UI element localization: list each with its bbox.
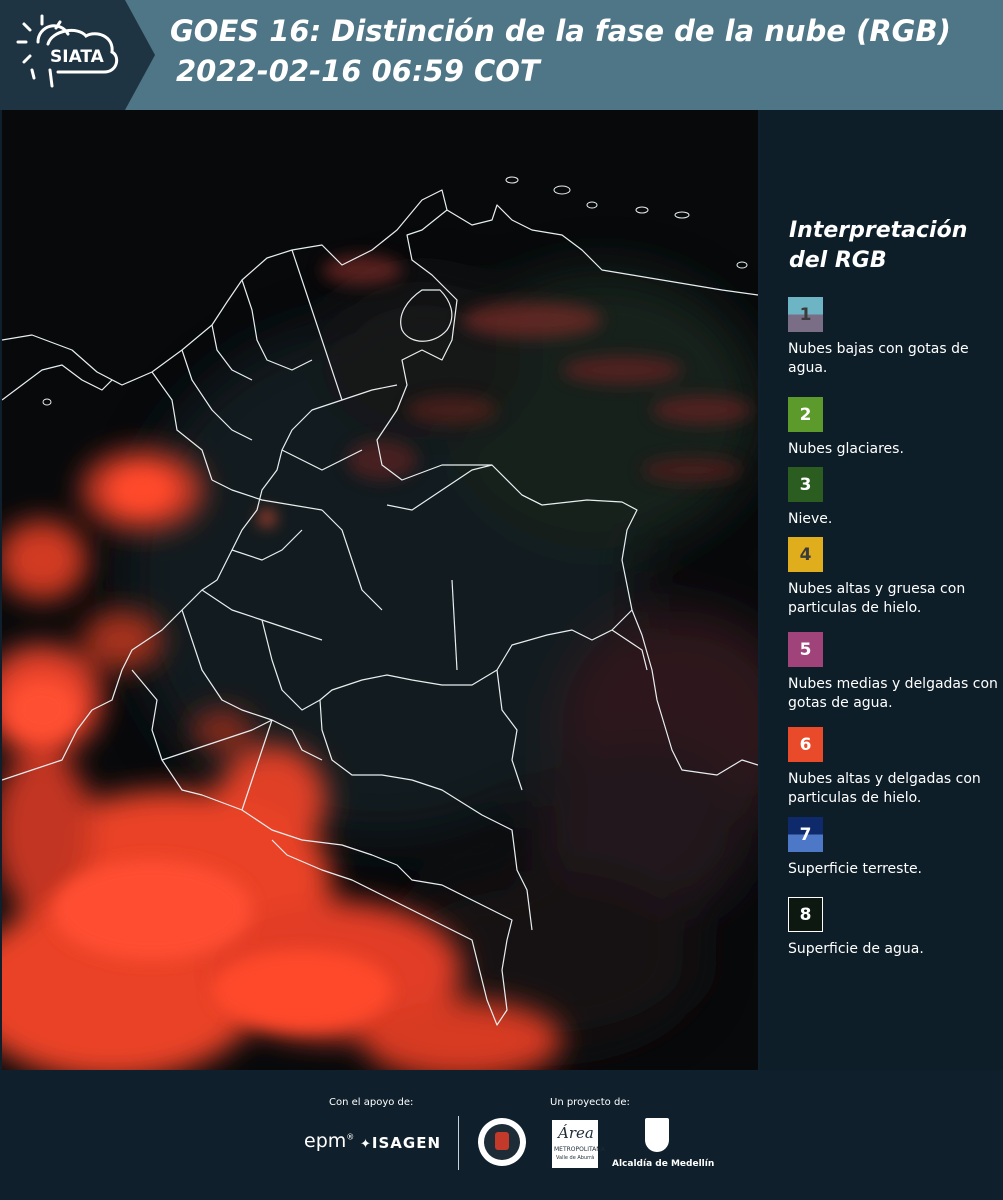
footer: Con el apoyo de: Un proyecto de: epm® ✦I… — [0, 1070, 1003, 1200]
legend-label: Nubes glaciares. — [788, 441, 904, 457]
legend-label: Nubes altas y gruesa con particulas de h… — [788, 581, 966, 616]
legend-swatch: 3 — [788, 467, 823, 502]
legend-number: 3 — [799, 474, 812, 495]
legend-label: Nubes bajas con gotas de agua. — [788, 341, 969, 376]
legend-number: 5 — [799, 639, 812, 660]
legend-item-7: 7 Superficie terreste. — [788, 817, 998, 879]
legend-panel: Interpretación del RGB 1 Nubes bajas con … — [760, 110, 1003, 1070]
legend-number: 1 — [799, 304, 812, 325]
legend-swatch: 2 — [788, 397, 823, 432]
support-label: Con el apoyo de: — [329, 1097, 414, 1108]
legend-label: Nieve. — [788, 511, 833, 527]
legend-label: Nubes medias y delgadas con gotas de agu… — [788, 676, 998, 711]
alcaldia-label: Alcaldía de Medellín — [612, 1159, 715, 1169]
alcaldia-shield-icon — [645, 1118, 669, 1152]
legend-item-6: 6 Nubes altas y delgadas con particulas d… — [788, 727, 998, 808]
siata-logo: SIATA — [0, 0, 155, 110]
legend-item-2: 2 Nubes glaciares. — [788, 397, 998, 459]
isagen-logo: ✦ISAGEN — [360, 1134, 442, 1152]
epm-logo: epm® — [304, 1130, 355, 1152]
logo-text: SIATA — [50, 47, 105, 67]
legend-number: 7 — [799, 824, 812, 845]
legend-swatch: 7 — [788, 817, 823, 852]
legend-item-1: 1 Nubes bajas con gotas de agua. — [788, 297, 998, 378]
legend-label: Superficie de agua. — [788, 941, 924, 957]
legend-title: Interpretación del RGB — [789, 218, 968, 273]
footer-divider — [458, 1116, 459, 1170]
legend-item-3: 3 Nieve. — [788, 467, 998, 529]
legend-swatch: 4 — [788, 537, 823, 572]
satellite-map — [2, 110, 758, 1070]
page-timestamp: 2022-02-16 06:59 COT — [176, 54, 540, 88]
page-title: GOES 16: Distinción de la fase de la nub… — [170, 14, 951, 48]
legend-label: Superficie terreste. — [788, 861, 923, 877]
legend-item-8: 8 Superficie de agua. — [788, 897, 998, 959]
legend-swatch: 5 — [788, 632, 823, 667]
legend-number: 2 — [799, 404, 812, 425]
area-metropolitana-logo: Área METROPOLITANA Valle de Aburrá — [552, 1120, 605, 1168]
project-label: Un proyecto de: — [550, 1097, 630, 1108]
seal-logo — [478, 1118, 526, 1166]
legend-number: 6 — [799, 734, 812, 755]
legend-swatch: 6 — [788, 727, 823, 762]
legend-label: Nubes altas y delgadas con particulas de… — [788, 771, 981, 806]
legend-item-5: 5 Nubes medias y delgadas con gotas de ag… — [788, 632, 998, 713]
legend-swatch: 1 — [788, 297, 823, 332]
header: SIATA GOES 16: Distinción de la fase de … — [0, 0, 1003, 110]
legend-item-4: 4 Nubes altas y gruesa con particulas de … — [788, 537, 998, 618]
legend-swatch: 8 — [788, 897, 823, 932]
legend-number: 4 — [799, 544, 812, 565]
legend-number: 8 — [799, 904, 812, 925]
